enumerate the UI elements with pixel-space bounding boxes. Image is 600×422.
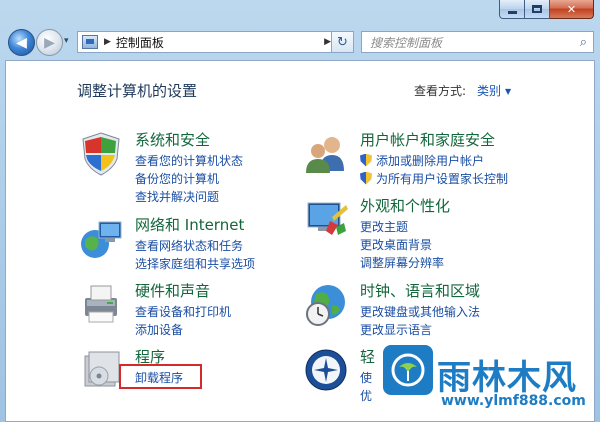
users-icon: [306, 137, 344, 173]
ease-of-access-icon: [305, 349, 347, 391]
view-by-label: 查看方式:: [414, 84, 467, 98]
watermark-url: www.ylmf888.com: [441, 393, 586, 409]
shield-icon: [82, 132, 120, 176]
uac-shield-icon: [360, 171, 372, 185]
link-network-status[interactable]: 查看网络状态和任务: [135, 236, 255, 254]
link-add-device[interactable]: 添加设备: [135, 320, 231, 338]
watermark-brand: 雨林木风: [437, 358, 577, 398]
link-ease-1[interactable]: 使: [360, 368, 372, 386]
forward-arrow-icon: ▶: [44, 34, 55, 51]
refresh-button[interactable]: ↻: [331, 31, 354, 53]
link-label: 为所有用户设置家长控制: [376, 171, 509, 186]
maximize-icon: [532, 5, 542, 13]
back-arrow-icon: ◀: [16, 34, 27, 51]
forward-button[interactable]: ▶: [36, 29, 63, 56]
category-links: 使 优: [360, 368, 372, 404]
category-links: 添加或删除用户帐户 为所有用户设置家长控制: [360, 151, 508, 187]
link-screen-resolution[interactable]: 调整屏幕分辨率: [360, 253, 444, 271]
close-icon: ✕: [566, 2, 577, 16]
chevron-down-icon: ▼: [505, 87, 512, 96]
category-links: 查看您的计算机状态 备份您的计算机 查找并解决问题: [135, 151, 243, 205]
breadcrumb-separator-icon[interactable]: ▶: [104, 37, 111, 47]
page-title: 调整计算机的设置: [77, 82, 198, 100]
category-title[interactable]: 用户帐户和家庭安全: [360, 129, 495, 150]
link-desktop-background[interactable]: 更改桌面背景: [360, 235, 444, 253]
link-keyboard-input[interactable]: 更改键盘或其他输入法: [360, 302, 480, 320]
category-links: 查看网络状态和任务 选择家庭组和共享选项: [135, 236, 255, 272]
network-globe-icon: [81, 221, 122, 258]
back-button[interactable]: ◀: [8, 29, 35, 56]
link-label: 添加或删除用户帐户: [376, 153, 485, 168]
category-title[interactable]: 时钟、语言和区域: [360, 280, 480, 301]
link-view-computer-status[interactable]: 查看您的计算机状态: [135, 151, 243, 169]
minimize-icon: [507, 10, 517, 14]
link-devices-printers[interactable]: 查看设备和打印机: [135, 302, 231, 320]
appearance-monitor-icon: [307, 202, 348, 235]
refresh-icon: ↻: [337, 34, 348, 50]
close-button[interactable]: ✕: [550, 0, 594, 19]
caption-buttons: ✕: [499, 0, 594, 19]
printer-icon: [85, 285, 117, 323]
link-display-language[interactable]: 更改显示语言: [360, 320, 480, 338]
control-panel-window: ✕ ◀ ▶ ▾ ▶ 控制面板 ▶ ▾ ↻ 搜索控制面板 ⌕ 调整计算机的设置 查…: [0, 0, 600, 422]
category-title[interactable]: 硬件和声音: [135, 280, 210, 301]
link-change-theme[interactable]: 更改主题: [360, 217, 444, 235]
category-links: 更改主题 更改桌面背景 调整屏幕分辨率: [360, 217, 444, 271]
link-parental-controls[interactable]: 为所有用户设置家长控制: [360, 169, 508, 187]
minimize-button[interactable]: [499, 0, 525, 19]
view-by-dropdown[interactable]: 类别 ▼: [477, 82, 511, 99]
view-by-value: 类别: [477, 84, 502, 98]
link-ease-2[interactable]: 优: [360, 386, 372, 404]
link-add-remove-accounts[interactable]: 添加或删除用户帐户: [360, 151, 508, 169]
globe-clock-icon: [306, 285, 345, 326]
category-links: 更改键盘或其他输入法 更改显示语言: [360, 302, 480, 338]
category-title[interactable]: 轻: [360, 346, 375, 367]
category-title[interactable]: 外观和个性化: [360, 195, 450, 216]
maximize-button[interactable]: [525, 0, 550, 19]
breadcrumb-control-panel[interactable]: 控制面板: [116, 34, 324, 51]
recent-pages-dropdown[interactable]: ▾: [64, 36, 69, 46]
search-icon[interactable]: ⌕: [580, 35, 587, 50]
control-panel-icon: [82, 35, 98, 49]
category-title[interactable]: 网络和 Internet: [135, 214, 244, 235]
category-links: 查看设备和打印机 添加设备: [135, 302, 231, 338]
programs-box-icon: [84, 351, 120, 387]
watermark-logo-icon: [383, 345, 433, 395]
search-placeholder: 搜索控制面板: [370, 35, 443, 50]
uac-shield-icon: [360, 153, 372, 167]
breadcrumb-separator-icon[interactable]: ▶: [324, 37, 331, 47]
address-bar[interactable]: ▶ 控制面板 ▶ ▾: [77, 31, 354, 53]
link-find-fix-problems[interactable]: 查找并解决问题: [135, 187, 243, 205]
navigation-bar: ◀ ▶ ▾ ▶ 控制面板 ▶ ▾ ↻ 搜索控制面板 ⌕: [0, 26, 600, 60]
category-title[interactable]: 系统和安全: [135, 129, 210, 150]
search-input[interactable]: 搜索控制面板 ⌕: [361, 31, 594, 53]
link-homegroup-sharing[interactable]: 选择家庭组和共享选项: [135, 254, 255, 272]
highlight-annotation-box: [119, 364, 202, 389]
link-backup-computer[interactable]: 备份您的计算机: [135, 169, 243, 187]
